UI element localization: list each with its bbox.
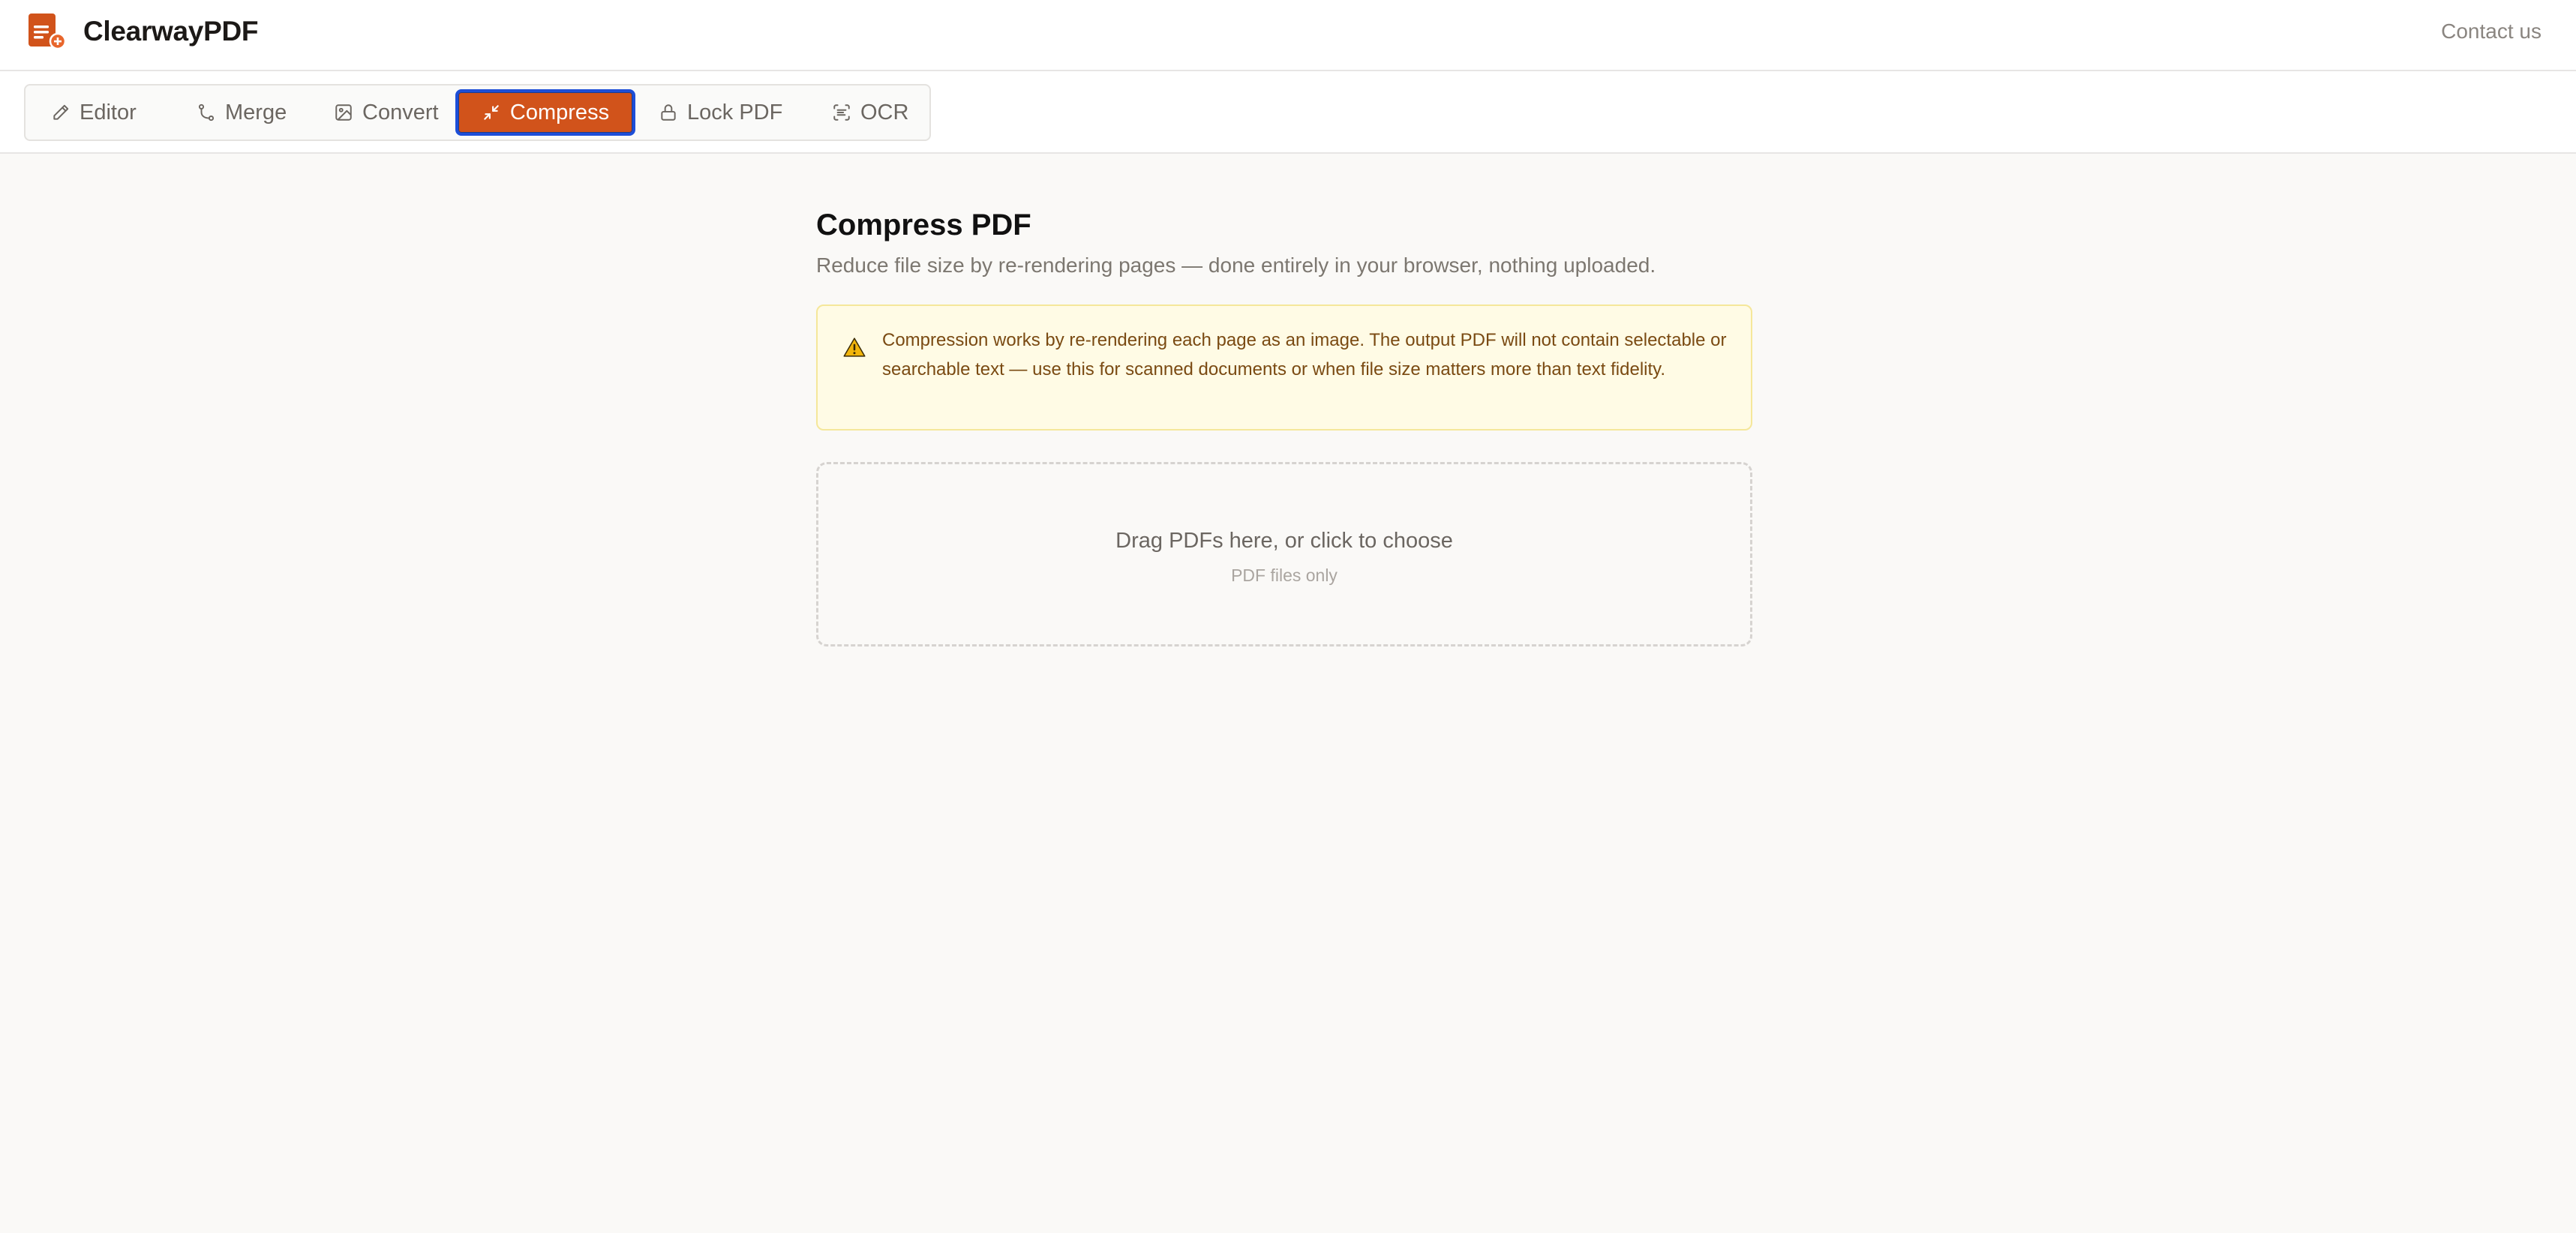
app-name: ClearwayPDF — [83, 16, 259, 46]
pdf-dropzone[interactable]: Drag PDFs here, or click to choose PDF f… — [816, 462, 1752, 646]
lock-icon — [661, 104, 676, 121]
tab-label: Editor — [80, 100, 137, 124]
contact-us-link[interactable]: Contact us — [2441, 16, 2541, 46]
tab-label: OCR — [860, 100, 909, 124]
scan-text-icon — [833, 104, 850, 121]
tab-editor[interactable]: Editor — [41, 89, 147, 136]
warning-notice: Compression works by re-rendering each p… — [816, 304, 1752, 430]
compress-icon — [484, 105, 499, 120]
tab-compress[interactable]: Compress — [455, 89, 635, 136]
app-logo-icon — [29, 14, 67, 50]
tab-merge[interactable]: Merge — [186, 89, 297, 136]
tab-lock-pdf[interactable]: Lock PDF — [648, 89, 793, 136]
tab-label: Convert — [362, 100, 439, 124]
dropzone-title: Drag PDFs here, or click to choose — [1115, 529, 1453, 553]
app-header: ClearwayPDF Contact us — [0, 0, 2576, 71]
warning-icon — [843, 338, 866, 357]
image-icon — [335, 104, 352, 121]
tab-label: Lock PDF — [687, 100, 783, 124]
merge-icon — [198, 104, 215, 122]
page-title: Compress PDF — [816, 208, 1031, 242]
tab-convert[interactable]: Convert — [323, 89, 449, 136]
tab-label: Compress — [509, 100, 610, 124]
tool-tabs: Editor Merge Convert Compress Lock PDF O… — [24, 84, 931, 141]
tab-ocr[interactable]: OCR — [821, 89, 919, 136]
dropzone-subtitle: PDF files only — [1231, 566, 1338, 585]
tab-label: Merge — [225, 100, 287, 124]
page-subtitle: Reduce file size by re-rendering pages —… — [816, 254, 1656, 277]
warning-text: Compression works by re-rendering each p… — [882, 330, 1727, 380]
pencil-icon — [53, 104, 69, 120]
tool-toolbar: Editor Merge Convert Compress Lock PDF O… — [0, 71, 2576, 154]
